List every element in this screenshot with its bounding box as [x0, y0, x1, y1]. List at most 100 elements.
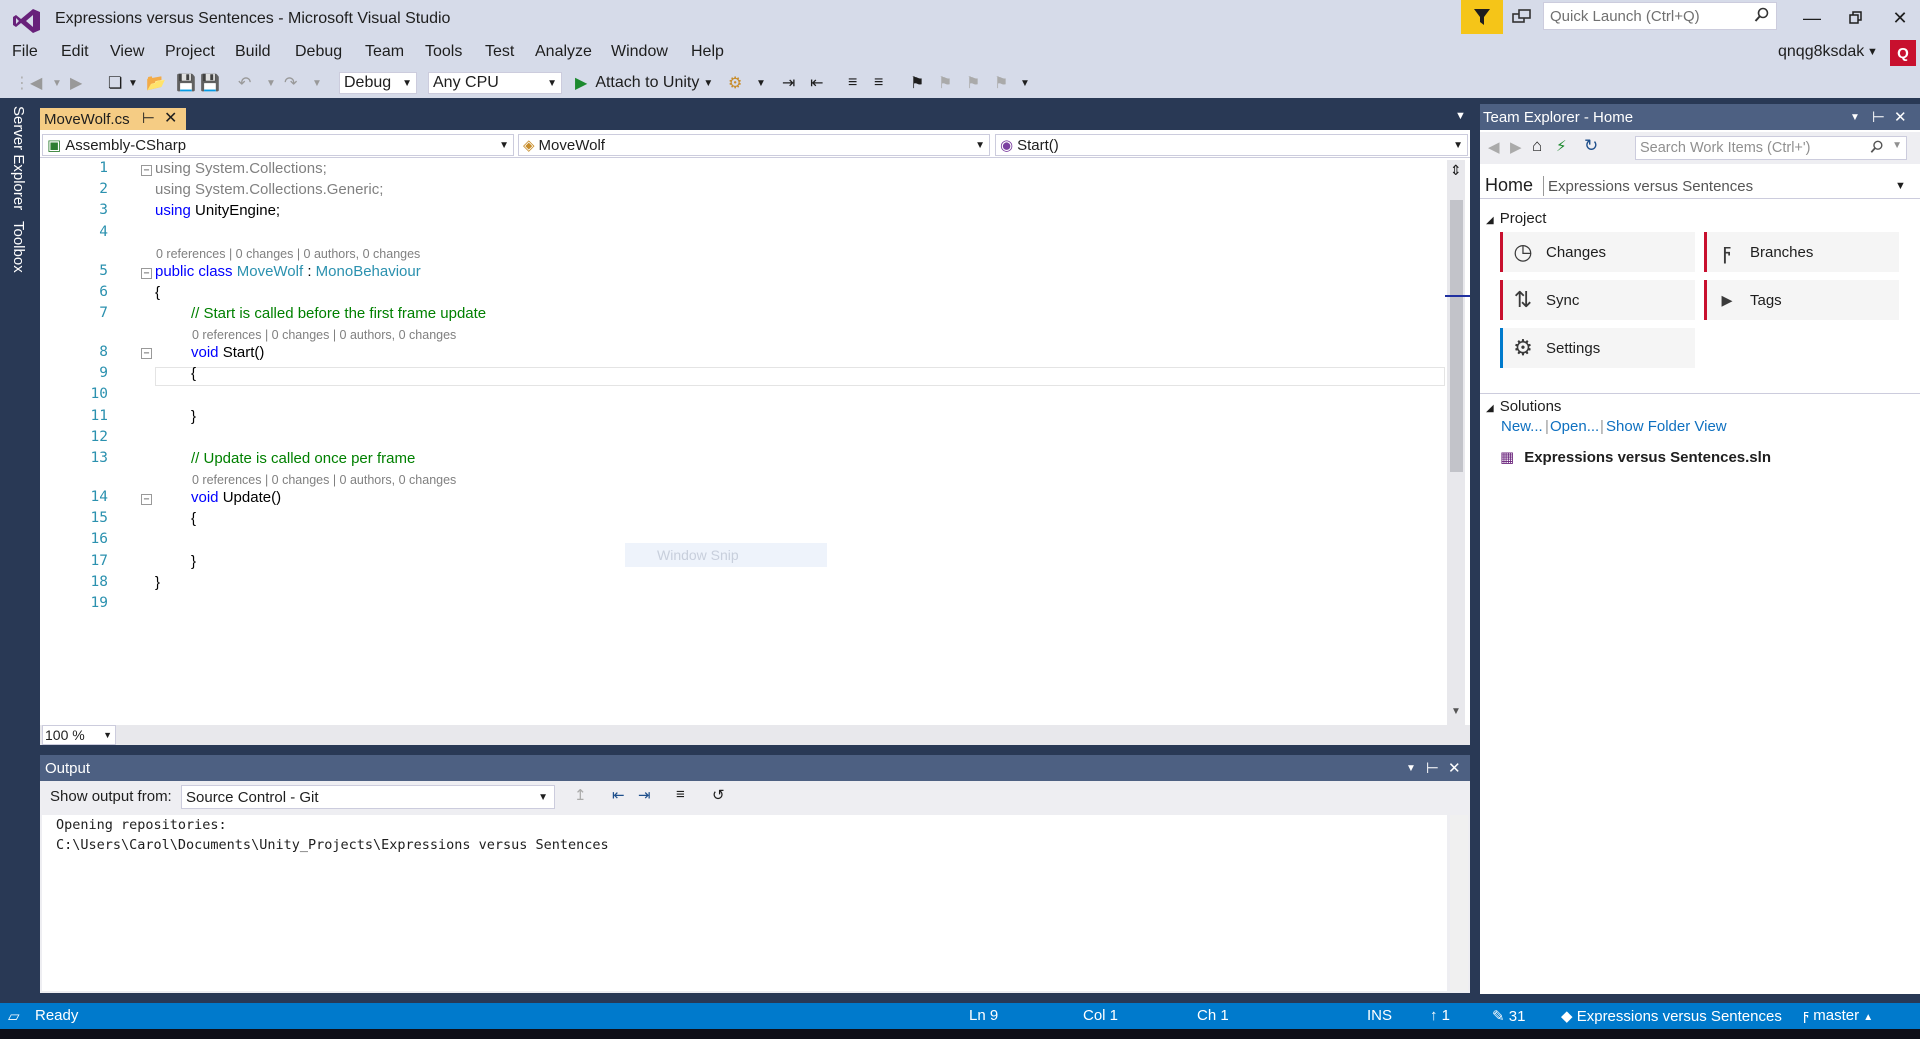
code-line-3[interactable]: using UnityEngine;	[155, 202, 280, 219]
unindent-button[interactable]: ≡	[874, 72, 883, 94]
next-message-button[interactable]: ⇥	[638, 786, 651, 804]
navigate-forward-button[interactable]: ▶	[70, 72, 82, 94]
changes-tile[interactable]: ◷ Changes	[1500, 232, 1695, 272]
quick-launch-input[interactable]: Quick Launch (Ctrl+Q)	[1543, 2, 1777, 30]
collapse-icon[interactable]: −	[141, 494, 152, 505]
menu-project[interactable]: Project	[165, 43, 215, 61]
settings-tile[interactable]: ⚙ Settings	[1500, 328, 1695, 368]
codelens-start[interactable]: 0 references | 0 changes | 0 authors, 0 …	[192, 328, 456, 342]
code-line-6[interactable]: {	[155, 284, 160, 301]
redo-dropdown-icon[interactable]: ▼	[312, 72, 322, 94]
split-window-icon[interactable]: ⇕	[1450, 162, 1462, 179]
code-line-9[interactable]: {	[191, 365, 196, 382]
search-work-items-input[interactable]: Search Work Items (Ctrl+') ▼	[1635, 136, 1907, 160]
refresh-icon[interactable]: ↻	[1584, 136, 1598, 156]
format-button[interactable]: ≡	[848, 72, 857, 94]
panel-menu-icon[interactable]: ▼	[1406, 763, 1416, 774]
configuration-select[interactable]: Debug ▼	[339, 72, 417, 94]
open-file-button[interactable]: 📂	[146, 72, 166, 94]
pin-icon[interactable]: ⊢	[142, 109, 155, 127]
clear-bookmarks-button[interactable]: ⚑	[994, 72, 1008, 94]
project-nav-select[interactable]: ▣ Assembly-CSharp ▼	[42, 134, 514, 156]
solution-item[interactable]: ▦ Expressions versus Sentences.sln	[1500, 448, 1771, 467]
code-line-14[interactable]: void Update()	[191, 489, 281, 506]
code-line-2[interactable]: using System.Collections.Generic;	[155, 181, 383, 198]
show-folder-view-link[interactable]: Show Folder View	[1606, 418, 1727, 435]
menu-team[interactable]: Team	[365, 43, 404, 61]
panel-menu-icon[interactable]: ▼	[1850, 112, 1860, 123]
collapse-icon[interactable]: −	[141, 165, 152, 176]
menu-view[interactable]: View	[110, 43, 144, 61]
collapse-icon[interactable]: −	[141, 348, 152, 359]
menu-edit[interactable]: Edit	[61, 43, 89, 61]
new-solution-link[interactable]: New...	[1501, 418, 1543, 435]
code-line-1[interactable]: using System.Collections;	[155, 160, 327, 177]
bookmark-button[interactable]: ⚑	[910, 72, 924, 94]
member-nav-select[interactable]: ◉ Start() ▼	[995, 134, 1468, 156]
redo-button[interactable]: ↷	[284, 72, 297, 94]
clear-all-button[interactable]: ≡	[676, 786, 685, 803]
pin-icon[interactable]: ⊢	[1426, 759, 1439, 777]
search-dropdown-icon[interactable]: ▼	[1892, 140, 1902, 151]
zoom-select[interactable]: 100 % ▼	[42, 725, 116, 745]
project-section-header[interactable]: ◢ Project	[1486, 210, 1546, 227]
menu-help[interactable]: Help	[691, 43, 724, 61]
minimize-button[interactable]: —	[1790, 4, 1834, 32]
back-dropdown-icon[interactable]: ▼	[52, 72, 62, 94]
menu-tools[interactable]: Tools	[425, 43, 462, 61]
undo-dropdown-icon[interactable]: ▼	[266, 72, 276, 94]
code-line-15[interactable]: {	[191, 510, 196, 527]
account-name[interactable]: qnqg8ksdak	[1778, 43, 1864, 61]
menu-window[interactable]: Window	[611, 43, 668, 61]
codelens-class[interactable]: 0 references | 0 changes | 0 authors, 0 …	[156, 247, 420, 261]
tab-toolbox[interactable]: Toolbox	[10, 221, 27, 273]
restore-button[interactable]	[1834, 4, 1878, 32]
code-line-11[interactable]: }	[191, 408, 196, 425]
find-in-files-button[interactable]: ⚙	[728, 72, 742, 94]
tab-list-dropdown-icon[interactable]: ▼	[1455, 110, 1466, 122]
word-wrap-button[interactable]: ↺	[712, 786, 725, 804]
save-button[interactable]: 💾	[176, 72, 196, 94]
back-icon[interactable]: ◀	[1488, 138, 1500, 156]
code-editor[interactable]	[40, 104, 1470, 745]
sync-tile[interactable]: ⇅ Sync	[1500, 280, 1695, 320]
close-panel-icon[interactable]: ✕	[1894, 108, 1907, 126]
next-bookmark-button[interactable]: ⚑	[966, 72, 980, 94]
class-nav-select[interactable]: ◈ MoveWolf ▼	[518, 134, 990, 156]
close-tab-icon[interactable]: ✕	[164, 108, 177, 128]
branches-tile[interactable]: ϝ Branches	[1704, 232, 1899, 272]
attach-to-unity-button[interactable]: ▶ Attach to Unity ▼	[575, 72, 713, 94]
menu-analyze[interactable]: Analyze	[535, 43, 592, 61]
menu-test[interactable]: Test	[485, 43, 514, 61]
close-panel-icon[interactable]: ✕	[1448, 759, 1461, 777]
code-line-8[interactable]: void Start()	[191, 344, 264, 361]
output-source-select[interactable]: Source Control - Git ▼	[181, 785, 555, 809]
step-into-button[interactable]: ⇥	[782, 72, 795, 94]
tab-server-explorer[interactable]: Server Explorer	[10, 106, 27, 210]
account-dropdown-icon[interactable]: ▼	[1867, 46, 1878, 58]
code-line-5[interactable]: public class MoveWolf : MonoBehaviour	[155, 263, 421, 280]
forward-icon[interactable]: ▶	[1510, 138, 1522, 156]
navigate-back-button[interactable]: ◀	[30, 72, 42, 94]
solutions-section-header[interactable]: ◢ Solutions	[1486, 398, 1561, 415]
scrollbar-thumb[interactable]	[1450, 200, 1463, 472]
menu-build[interactable]: Build	[235, 43, 271, 61]
code-line-18[interactable]: }	[155, 574, 160, 591]
feedback-button[interactable]: Q	[1890, 40, 1916, 66]
code-line-13[interactable]: // Update is called once per frame	[191, 450, 415, 467]
unpushed-commits-button[interactable]: ↑ 1	[1430, 1007, 1450, 1024]
home-icon[interactable]: ⌂	[1532, 136, 1542, 156]
pending-changes-button[interactable]: ✎ 31	[1492, 1007, 1525, 1025]
branch-button[interactable]: ϝ master ▲	[1803, 1007, 1873, 1024]
find-dropdown-icon[interactable]: ▼	[756, 72, 766, 94]
code-line-7[interactable]: // Start is called before the first fram…	[191, 305, 486, 322]
menu-debug[interactable]: Debug	[295, 43, 342, 61]
find-message-button[interactable]: ↥	[574, 786, 587, 804]
prev-bookmark-button[interactable]: ⚑	[938, 72, 952, 94]
new-project-button[interactable]: ❏	[108, 72, 122, 94]
toolbar-overflow-icon[interactable]: ▼	[1020, 72, 1030, 94]
collapse-icon[interactable]: −	[141, 268, 152, 279]
platform-select[interactable]: Any CPU ▼	[428, 72, 562, 94]
step-over-button[interactable]: ⇤	[810, 72, 823, 94]
open-solution-link[interactable]: Open...	[1550, 418, 1599, 435]
